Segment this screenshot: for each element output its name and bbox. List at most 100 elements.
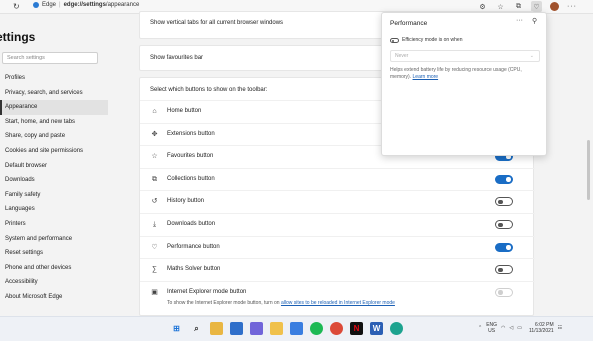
collections-button-toggle[interactable]: [495, 174, 513, 184]
chevron-down-icon: ⌄: [529, 53, 534, 59]
sidebar-item-cookies[interactable]: Cookies and site permissions: [0, 144, 108, 159]
home-icon: ⌂: [152, 108, 157, 115]
chevron-up-icon[interactable]: ⌃: [478, 325, 482, 331]
more-options-icon[interactable]: ···: [516, 17, 523, 24]
efficiency-toggle[interactable]: [390, 37, 399, 43]
row-label: Extensions button: [167, 130, 215, 137]
search-input[interactable]: Search settings: [2, 52, 98, 64]
heartbeat-icon: ♡: [151, 243, 158, 251]
store-icon[interactable]: [290, 322, 303, 335]
sidebar-nav: Profiles Privacy, search, and services A…: [0, 71, 108, 305]
learn-more-link[interactable]: Learn more: [413, 74, 439, 80]
profile-avatar[interactable]: [549, 1, 560, 12]
row-label: Maths Solver button: [167, 266, 221, 273]
language-indicator[interactable]: ENG US: [486, 322, 497, 334]
search-icon[interactable]: ⌕: [190, 322, 203, 335]
sidebar-item-share[interactable]: Share, copy and paste: [0, 129, 108, 144]
download-icon: ⤓: [152, 221, 157, 228]
row-label: History button: [167, 198, 205, 205]
address-field[interactable]: Edge | edge://settings/appearance: [33, 2, 139, 8]
maths-solver-button-row: ∑ Maths Solver button: [140, 258, 535, 281]
row-label: Performance button: [167, 243, 220, 250]
chrome-icon[interactable]: [330, 322, 343, 335]
sidebar-item-printers[interactable]: Printers: [0, 217, 108, 232]
efficiency-description: Helps extend battery life by reducing re…: [390, 67, 540, 81]
sidebar-item-about[interactable]: About Microsoft Edge: [0, 290, 108, 305]
ie-mode-hint: To show the Internet Explorer mode butto…: [167, 300, 395, 306]
collections-button-row: ⧉ Collections button: [140, 167, 535, 191]
url-text: edge://settings/appearance: [64, 2, 140, 8]
chat-icon[interactable]: [250, 322, 263, 335]
sidebar-item-family-safety[interactable]: Family safety: [0, 188, 108, 203]
date: 11/13/2021: [529, 328, 554, 334]
edge-logo-icon: [33, 2, 39, 8]
refresh-icon[interactable]: ↻: [13, 2, 20, 11]
pin-icon[interactable]: ⚲: [532, 17, 537, 25]
start-windows-icon[interactable]: ⊞: [170, 322, 183, 335]
lang-bottom: US: [488, 328, 496, 334]
row-label: Collections button: [167, 175, 215, 182]
battery-icon[interactable]: ▭: [517, 325, 522, 331]
url-bold: edge://settings: [63, 2, 106, 8]
favourites-bar-label: Show favourites bar: [150, 55, 204, 61]
avatar: [550, 2, 559, 11]
history-button-row: ↺ History button: [140, 190, 535, 213]
folder-icon[interactable]: [270, 322, 283, 335]
taskbar: ⊞ ⌕ N W ⌃ ENG US ◠ ◁ ▭ 6:02 PM 11/13/2021 …: [0, 316, 593, 341]
more-menu-icon[interactable]: ···: [567, 3, 577, 10]
ie-hint-text: To show the Internet Explorer mode butto…: [167, 299, 280, 306]
performance-popup: Performance ··· ⚲ Efficiency mode is on …: [381, 12, 547, 156]
sidebar-item-start-home[interactable]: Start, home, and new tabs: [0, 115, 108, 130]
widgets-icon[interactable]: [230, 322, 243, 335]
downloads-button-toggle[interactable]: [495, 220, 513, 229]
row-label: Favourites button: [167, 153, 214, 160]
vertical-tabs-label: Show vertical tabs for all current brows…: [150, 20, 284, 26]
ie-mode-link[interactable]: allow sites to be reloaded in Internet E…: [281, 300, 395, 306]
efficiency-select[interactable]: Never ⌄: [390, 50, 540, 62]
sidebar-item-phone[interactable]: Phone and other devices: [0, 261, 108, 276]
edge-icon[interactable]: [390, 322, 403, 335]
sidebar-item-accessibility[interactable]: Accessibility: [0, 275, 108, 290]
divider: |: [59, 2, 61, 8]
sidebar-item-default-browser[interactable]: Default browser: [0, 159, 108, 174]
performance-button-row: ♡ Performance button: [140, 235, 535, 259]
notifications-icon[interactable]: ☷: [558, 325, 562, 331]
collections-icon: ⧉: [152, 175, 157, 183]
puzzle-icon: ✥: [151, 130, 158, 138]
math-icon: ∑: [152, 266, 157, 274]
sidebar-item-appearance[interactable]: Appearance: [0, 100, 108, 115]
history-button-toggle[interactable]: [495, 197, 513, 207]
efficiency-row: Efficiency mode is on when: [390, 37, 463, 43]
volume-icon[interactable]: ◁: [509, 325, 513, 331]
sidebar-item-languages[interactable]: Languages: [0, 202, 108, 217]
page-title: ettings: [0, 30, 36, 44]
description-text: Helps extend battery life by reducing re…: [390, 67, 522, 80]
history-icon: ↺: [151, 198, 158, 206]
system-tray: ⌃ ENG US ◠ ◁ ▭ 6:02 PM 11/13/2021 ☷: [478, 322, 562, 334]
scrollbar[interactable]: [587, 140, 590, 200]
sidebar-item-system[interactable]: System and performance: [0, 232, 108, 247]
select-value: Never: [395, 53, 409, 59]
toolbar-heading: Select which buttons to show on the tool…: [150, 87, 268, 93]
sidebar-item-profiles[interactable]: Profiles: [0, 71, 108, 86]
performance-button-toggle[interactable]: [495, 242, 513, 252]
netflix-icon[interactable]: N: [350, 322, 363, 335]
ie-mode-button-row: ▣ Internet Explorer mode button To show …: [140, 280, 535, 313]
spotify-icon[interactable]: [310, 322, 323, 335]
sidebar-item-reset[interactable]: Reset settings: [0, 246, 108, 261]
settings-sidebar: ettings Search settings Profiles Privacy…: [0, 14, 110, 316]
clock[interactable]: 6:02 PM 11/13/2021: [529, 322, 554, 334]
sidebar-item-privacy[interactable]: Privacy, search, and services: [0, 86, 108, 101]
file-explorer-icon[interactable]: [210, 322, 223, 335]
word-icon[interactable]: W: [370, 322, 383, 335]
popup-title: Performance: [390, 20, 428, 27]
row-label: Home button: [167, 108, 202, 114]
efficiency-label: Efficiency mode is on when: [402, 37, 463, 43]
sidebar-item-downloads[interactable]: Downloads: [0, 173, 108, 188]
maths-solver-button-toggle[interactable]: [495, 265, 513, 275]
ie-mode-icon: ▣: [151, 288, 158, 296]
url-rest: /appearance: [105, 2, 140, 8]
wifi-icon[interactable]: ◠: [501, 325, 505, 331]
ie-mode-toggle[interactable]: [495, 287, 513, 297]
downloads-button-row: ⤓ Downloads button: [140, 213, 535, 236]
